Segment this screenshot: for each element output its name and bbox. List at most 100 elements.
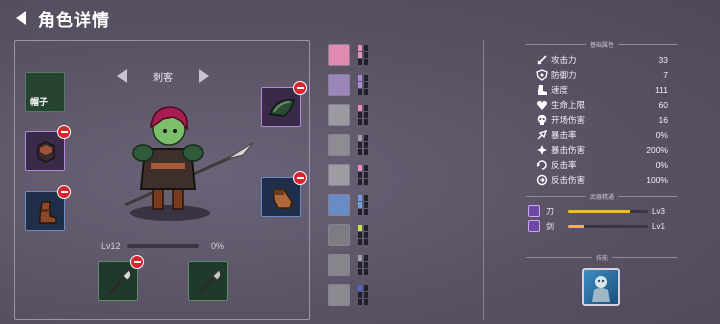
item-rarity-bars	[358, 195, 368, 215]
claw-item-icon	[328, 164, 350, 186]
boots-slot[interactable]	[25, 185, 71, 231]
inventory-item[interactable]	[328, 254, 372, 276]
stats-section-title: 基础属性	[522, 39, 682, 49]
item-rarity-bars	[358, 285, 368, 305]
stat-label: 攻击力	[551, 55, 577, 66]
crit-icon	[537, 129, 548, 139]
class-selector: 刺客	[115, 67, 211, 85]
item-rarity-bars	[358, 165, 368, 185]
item-rarity-bars	[358, 105, 368, 125]
inventory-item[interactable]	[328, 134, 372, 156]
off-weapon-slot[interactable]	[188, 261, 228, 301]
xp-percent: 0%	[211, 241, 225, 251]
stat-value: 100%	[646, 174, 668, 185]
heavy-armor-item-icon	[328, 284, 350, 306]
stat-label: 反击率	[551, 160, 577, 171]
stat-value: 200%	[646, 144, 668, 155]
inventory-item[interactable]	[328, 224, 372, 246]
item-rarity-bars	[358, 255, 368, 275]
stat-label: 防御力	[551, 70, 577, 81]
weapon-mastery-fill	[568, 224, 584, 228]
header: 角色详情	[10, 6, 110, 31]
stat-row-crit-damage: 暴击伤害 200%	[536, 142, 668, 157]
weapon-mastery-section-title: 武器精通	[522, 191, 682, 201]
xp-bar	[127, 244, 199, 248]
armor-set-item-icon	[328, 194, 350, 216]
equipment-panel: 帽子 刺客 Lv12 0%	[14, 40, 310, 320]
hero-shadow	[130, 205, 210, 221]
remove-gloves-button[interactable]	[293, 171, 307, 185]
weapon-name: 剑	[546, 221, 554, 231]
shoulder-slot[interactable]	[261, 81, 307, 127]
weapon-mastery-row: 剑 Lv1	[528, 219, 674, 233]
inventory-item[interactable]	[328, 284, 372, 306]
stat-row-counter-damage: 反击伤害 100%	[536, 172, 668, 187]
weapon-level: Lv1	[652, 221, 665, 231]
stat-row-opening-damage: 开场伤害 16	[536, 112, 668, 127]
class-name: 刺客	[153, 72, 173, 84]
stat-label: 生命上限	[551, 100, 586, 111]
gear-item-icon	[328, 134, 350, 156]
spear-blade	[226, 142, 254, 160]
inventory-item[interactable]	[328, 164, 372, 186]
cloak-item-icon	[328, 74, 350, 96]
hair-item-icon	[328, 44, 350, 66]
sword-icon	[537, 54, 547, 65]
stat-value: 7	[663, 69, 668, 80]
weapon-name: 刀	[546, 206, 554, 216]
boot-icon	[538, 84, 547, 95]
back-arrow-icon	[16, 11, 26, 25]
skull-icon	[537, 114, 547, 125]
remove-main-weapon-button[interactable]	[130, 255, 144, 269]
hat-slot[interactable]: 帽子	[25, 72, 65, 112]
sword-mastery-icon	[528, 220, 540, 232]
inventory-item[interactable]	[328, 104, 372, 126]
stat-row-speed: 速度 111	[536, 82, 668, 97]
skill-slot[interactable]	[582, 268, 620, 306]
inventory-item[interactable]	[328, 74, 372, 96]
stat-row-attack: 攻击力 33	[536, 52, 668, 67]
hero-character	[124, 106, 254, 221]
weapon-mastery-fill	[568, 209, 631, 213]
stat-value: 0%	[655, 129, 668, 140]
item-rarity-bars	[358, 75, 368, 95]
main-weapon-slot[interactable]	[98, 255, 144, 301]
item-rarity-bars	[358, 45, 368, 65]
page-title: 角色详情	[38, 10, 110, 31]
stat-label: 速度	[551, 85, 569, 96]
skills-section-title: 技能	[522, 252, 682, 262]
inventory-item[interactable]	[328, 44, 372, 66]
stat-value: 60	[658, 99, 668, 110]
dagger-item-icon	[328, 104, 350, 126]
hat-slot-label: 帽子	[30, 98, 49, 108]
weapon-level: Lv3	[652, 206, 665, 216]
remove-shoulder-button[interactable]	[293, 81, 307, 95]
item-rarity-bars	[358, 135, 368, 155]
heart-icon	[537, 100, 547, 110]
weapon-mastery-row: 刀 Lv3	[528, 204, 674, 218]
stat-row-counter-rate: 反击率 0%	[536, 157, 668, 172]
remove-boots-button[interactable]	[57, 185, 71, 199]
remove-armor-button[interactable]	[57, 125, 71, 139]
helmet-item-icon	[328, 224, 350, 246]
stat-value: 111	[655, 84, 668, 95]
item-rarity-bars	[358, 225, 368, 245]
weapon-mastery-bar	[568, 209, 648, 213]
stat-label: 开场伤害	[551, 115, 586, 126]
gloves-slot[interactable]	[261, 171, 307, 217]
armor-slot[interactable]	[25, 125, 71, 171]
inventory-item[interactable]	[328, 194, 372, 216]
next-class-arrow-icon[interactable]	[197, 68, 211, 84]
counter-icon	[537, 159, 547, 170]
stat-value: 0%	[655, 159, 668, 170]
stat-value: 33	[658, 54, 668, 65]
panel-divider	[483, 40, 484, 320]
stat-row-max-hp: 生命上限 60	[536, 97, 668, 112]
stat-value: 16	[658, 114, 668, 125]
stat-label: 反击伤害	[551, 175, 586, 186]
blade-weapon-icon	[198, 269, 222, 295]
weapon-mastery-bar	[568, 224, 648, 228]
prev-class-arrow-icon[interactable]	[115, 68, 129, 84]
stat-row-defense: 防御力 7	[536, 67, 668, 82]
back-button[interactable]	[10, 7, 32, 29]
